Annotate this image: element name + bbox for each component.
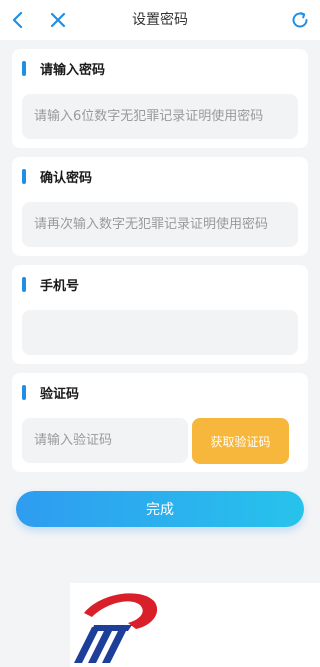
refresh-icon <box>292 12 308 28</box>
top-bar: 设置密码 <box>0 0 320 40</box>
confirm-password-card: 确认密码 <box>12 157 308 256</box>
page-title: 设置密码 <box>132 12 188 28</box>
get-code-button[interactable]: 获取验证码 <box>192 418 289 464</box>
password-label: 请输入密码 <box>40 62 106 78</box>
phone-label-row: 手机号 <box>22 275 80 294</box>
accent-bar <box>22 60 26 76</box>
close-button[interactable] <box>44 6 72 34</box>
accent-bar <box>22 276 26 292</box>
phone-input[interactable] <box>34 325 286 340</box>
password-input[interactable] <box>34 109 286 124</box>
verification-code-label: 验证码 <box>40 386 80 402</box>
verification-code-card: 验证码 获取验证码 <box>12 373 308 472</box>
password-field <box>22 94 298 139</box>
confirm-label-row: 确认密码 <box>22 167 93 186</box>
logo-area <box>70 583 320 667</box>
phone-card: 手机号 <box>12 265 308 364</box>
confirm-password-field <box>22 202 298 247</box>
accent-bar <box>22 168 26 184</box>
phone-field <box>22 310 298 355</box>
police-badge-logo <box>74 593 158 663</box>
refresh-button[interactable] <box>286 6 314 34</box>
code-label-row: 验证码 <box>22 383 80 402</box>
verification-code-input[interactable] <box>34 433 176 448</box>
confirm-password-input[interactable] <box>34 217 286 232</box>
close-icon <box>50 12 66 28</box>
submit-button[interactable]: 完成 <box>16 491 304 527</box>
password-label-row: 请输入密码 <box>22 59 106 78</box>
confirm-password-label: 确认密码 <box>40 170 93 186</box>
verification-code-field <box>22 418 188 463</box>
chevron-left-icon <box>12 11 23 29</box>
phone-label: 手机号 <box>40 278 80 294</box>
accent-bar <box>22 384 26 400</box>
password-card: 请输入密码 <box>12 49 308 148</box>
back-button[interactable] <box>4 6 32 34</box>
